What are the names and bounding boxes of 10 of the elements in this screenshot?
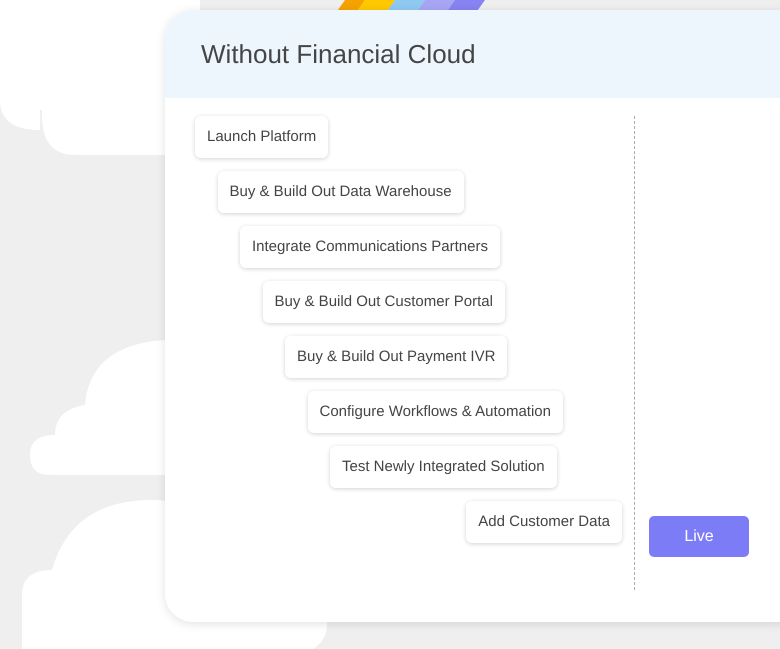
step-label: Configure Workflows & Automation: [308, 391, 563, 433]
step-label: Integrate Communications Partners: [240, 226, 500, 268]
step-label: Buy & Build Out Data Warehouse: [218, 171, 464, 213]
live-button[interactable]: Live: [649, 516, 749, 557]
step-label: Launch Platform: [195, 116, 328, 158]
step-label: Test Newly Integrated Solution: [330, 446, 557, 488]
step-label: Buy & Build Out Customer Portal: [262, 281, 505, 323]
step-label: Buy & Build Out Payment IVR: [285, 336, 508, 378]
card-title: Without Financial Cloud: [201, 38, 476, 70]
step-label: Add Customer Data: [466, 501, 622, 543]
